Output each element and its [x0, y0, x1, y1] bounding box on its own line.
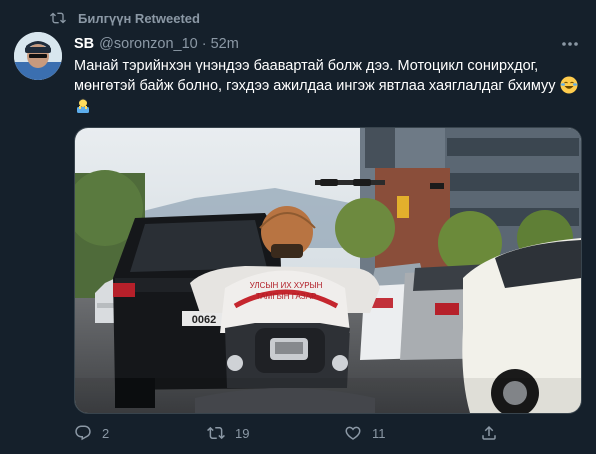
person-bowing-emoji: [77, 98, 89, 113]
author-handle[interactable]: @soronzon_10: [99, 36, 198, 52]
reply-button[interactable]: 2: [74, 424, 109, 442]
tweet-body: Манай тэрийнхэн үнэндээ баавартай болж д…: [74, 58, 556, 94]
retweet-count: 19: [235, 425, 250, 441]
jacket-text-line2: ТАМГЫН ГАЗАР: [256, 292, 317, 301]
tweet-card[interactable]: Билгүүн Retweeted SB @soronzon_10 · 52m …: [0, 0, 596, 454]
header-separator: ·: [201, 36, 207, 52]
reply-count: 2: [102, 425, 110, 441]
tweet-timestamp[interactable]: 52m: [211, 36, 239, 52]
face-with-tears-of-joy-emoji: [560, 76, 578, 94]
avatar[interactable]: [14, 32, 62, 80]
retweet-button[interactable]: 19: [207, 424, 249, 442]
photo-street-motorcycle: 0062 УЛСЫН ИХ ХУРЫН ТАМГЫН ГАЗАР: [75, 128, 581, 413]
tweet-header: SB @soronzon_10 · 52m: [74, 34, 239, 54]
more-icon: [562, 42, 578, 46]
user-avatar: [14, 32, 62, 80]
more-options-button[interactable]: [560, 36, 580, 52]
tweet-text: Манай тэрийнхэн үнэндээ баавартай болж д…: [74, 56, 584, 116]
retweet-banner: Билгүүн Retweeted: [50, 9, 200, 27]
share-icon: [482, 425, 496, 440]
heart-icon: [345, 426, 361, 440]
retweet-icon: [50, 12, 66, 24]
like-button[interactable]: 11: [344, 424, 386, 442]
reply-icon: [75, 425, 91, 441]
author-name[interactable]: SB: [74, 36, 94, 52]
retweet-icon: [207, 426, 225, 440]
retweet-banner-text: Билгүүн Retweeted: [78, 10, 200, 26]
like-count: 11: [372, 425, 386, 441]
tweet-actions: 2 19 11: [74, 424, 554, 446]
tweet-photo[interactable]: 0062 УЛСЫН ИХ ХУРЫН ТАМГЫН ГАЗАР: [74, 127, 582, 414]
share-button[interactable]: [480, 424, 508, 442]
jacket-text-line1: УЛСЫН ИХ ХУРЫН: [250, 281, 323, 290]
license-plate-text: 0062: [192, 314, 216, 326]
